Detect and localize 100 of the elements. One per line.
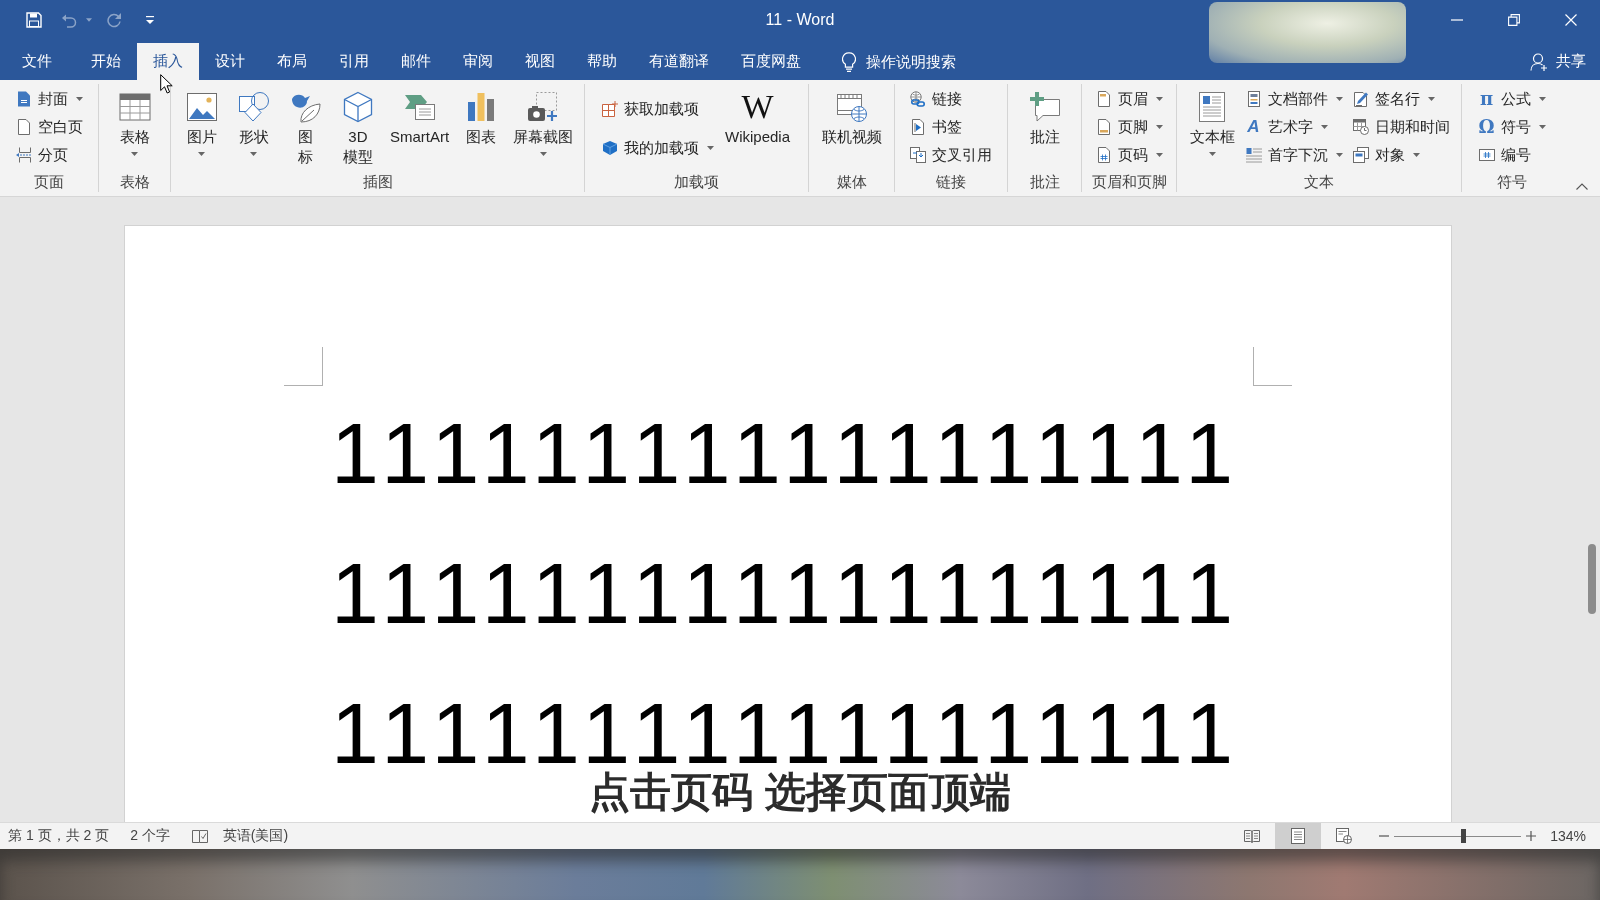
footer-button[interactable]: 页脚 [1092,113,1166,141]
page-count: 第 1 页，共 2 页 [8,827,110,845]
picture-button[interactable]: 图片 [177,84,226,173]
zoom-level[interactable]: 134% [1550,828,1586,844]
cross-reference-button[interactable]: 交叉引用 [907,141,995,169]
share-button[interactable]: 共享 [1530,43,1586,80]
open-book-icon [1244,829,1261,843]
language[interactable]: 英语(美国) [222,827,289,845]
zoom-slider-thumb[interactable] [1460,829,1466,843]
group-label: 插图 [361,173,394,192]
chart-button[interactable]: 图表 [457,84,506,173]
blank-page-button[interactable]: 空白页 [12,113,86,141]
table-button[interactable]: 表格 [110,84,159,173]
ribbon-tab[interactable]: 引用 [323,43,385,80]
ribbon-tab[interactable]: 有道翻译 [633,43,725,80]
signature-pen-icon [1352,91,1369,107]
ribbon-tab[interactable]: 插入 [137,43,199,80]
ribbon-tab[interactable]: 布局 [261,43,323,80]
w-logo: W [741,91,774,123]
blank-page-icon [15,119,32,135]
lightbulb-icon [842,51,856,72]
3d-model-button[interactable]: 3D 模型 [333,84,382,173]
menu-caret-icon [146,15,154,24]
film-globe-icon [835,91,868,123]
page-globe-icon [1336,828,1353,844]
get-add-ins-button[interactable]: 获取加载项 [599,95,717,123]
chevron-up-icon [1576,182,1588,190]
restore-icon [1507,13,1520,26]
group-label: 链接 [935,173,967,192]
subtitle-caption: 点击页码 选择页面顶端 [589,770,1011,814]
drop-cap-button[interactable]: 首字下沉 [1242,141,1346,169]
page-break-button[interactable]: 分页 [12,141,86,169]
ribbon-tab[interactable]: 设计 [199,43,261,80]
text-box-button[interactable]: 文本框 [1185,84,1239,173]
corner-mark [284,347,323,386]
bookmark-icon [910,119,926,135]
redo-icon [106,11,122,28]
print-layout-button[interactable] [1275,823,1322,849]
wordart-button[interactable]: A 艺术字 [1242,113,1346,141]
online-video-button[interactable]: 联机视频 [817,84,886,173]
page-number-button[interactable]: 页码 [1092,141,1166,169]
group-label: 表格 [118,173,151,192]
object-button[interactable]: 对象 [1349,141,1453,169]
page-break-icon [15,147,32,163]
picture-icon [185,91,218,123]
date-time-button[interactable]: 日期和时间 [1349,113,1453,141]
tell-me-field[interactable]: 操作说明搜索 [866,53,962,70]
cube-icon [341,91,374,123]
bookmark-button[interactable]: 书签 [907,113,995,141]
comment-button[interactable]: 批注 [1020,84,1069,173]
shapes-button[interactable]: 形状 [229,84,278,173]
pi-icon: π [1478,90,1495,108]
link-button[interactable]: 链接 [907,85,995,113]
document-parts-icon [1245,91,1262,107]
camera-icon [527,91,560,123]
globe-chain-icon [910,91,926,107]
ribbon-tab[interactable]: 审阅 [447,43,509,80]
cover-page-button[interactable]: 封面 [12,85,86,113]
page-number-icon [1095,147,1112,163]
group-label: 符号 [1496,173,1528,192]
my-add-ins-button[interactable]: 我的加载项 [599,134,717,162]
object-frames-icon [1352,147,1369,163]
symbol-button[interactable]: Ω 符号 [1475,113,1549,141]
number-button[interactable]: 编号 [1475,141,1549,169]
signature-line-button[interactable]: 签名行 [1349,85,1453,113]
wikipedia-button[interactable]: W Wikipedia [721,84,794,173]
corner-mark [1253,347,1292,386]
ribbon-tab[interactable]: 视图 [509,43,571,80]
proofing-book-icon[interactable] [191,829,208,843]
group-label: 批注 [1028,173,1061,192]
cube-icon [602,140,618,156]
ribbon-tab[interactable]: 帮助 [571,43,633,80]
window-title: 11 - Word [765,10,835,29]
screenshot-button[interactable]: 屏幕截图 [509,84,578,173]
minimize-icon [1450,18,1463,21]
group-label: 加载项 [673,173,720,192]
equation-button[interactable]: π 公式 [1475,85,1549,113]
ribbon-tab[interactable]: 开始 [75,43,137,80]
group-label: 页面 [33,173,65,192]
text-box-icon [1196,91,1228,123]
zoom-in-icon[interactable] [1526,831,1537,841]
drop-cap-icon [1245,147,1262,163]
table-icon [118,91,151,123]
cross-reference-icon [910,147,926,163]
header-button[interactable]: 页眉 [1092,85,1166,113]
cover-page-icon [15,91,32,107]
group-label: 文本 [1303,173,1335,192]
footer-page-icon [1095,119,1112,135]
ribbon-tab[interactable]: 邮件 [385,43,447,80]
page-lines-icon [1291,828,1306,844]
calendar-clock-icon [1352,119,1369,135]
scrollbar-thumb[interactable] [1588,544,1596,614]
ribbon-tab[interactable]: 百度网盘 [725,43,817,80]
document-parts-button[interactable]: 文档部件 [1242,85,1346,113]
comment-plus-icon [1028,91,1061,123]
icons-button[interactable]: 图标 [281,84,330,173]
smartart-button[interactable]: SmartArt [385,84,454,173]
document-text-line: 111111111111111111 [331,557,1242,629]
group-label: 媒体 [835,173,868,192]
ribbon-tab[interactable]: 文件 [6,43,68,80]
